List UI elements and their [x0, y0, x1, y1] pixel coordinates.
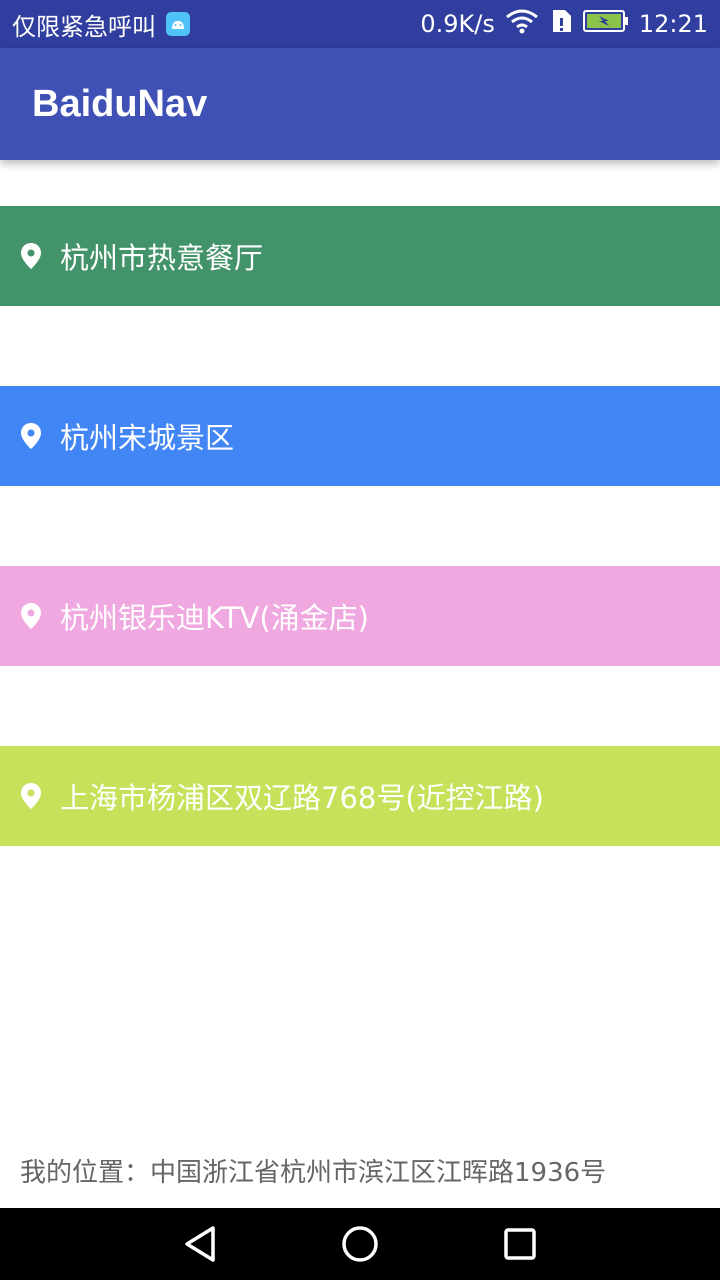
system-nav-bar	[0, 1208, 720, 1280]
place-label: 杭州市热意餐厅	[60, 241, 264, 275]
wifi-icon	[505, 8, 539, 40]
status-bar-right: 0.9K/s 12:21	[420, 8, 708, 40]
status-bar-left: 仅限紧急呼叫	[12, 7, 190, 42]
place-label: 杭州银乐迪KTV(涌金店)	[60, 601, 369, 635]
place-item-restaurant[interactable]: 杭州市热意餐厅	[0, 206, 720, 306]
battery-charging-icon	[582, 9, 629, 39]
location-pin-icon	[21, 243, 41, 269]
app-title: BaiduNav	[32, 82, 208, 125]
back-button[interactable]	[160, 1208, 240, 1280]
network-speed-text: 0.9K/s	[420, 10, 495, 38]
place-item-shanghai[interactable]: 上海市杨浦区双辽路768号(近控江路)	[0, 746, 720, 846]
my-location-text: 我的位置：中国浙江省杭州市滨江区江晖路1936号	[20, 1157, 607, 1188]
home-icon	[342, 1226, 378, 1262]
location-pin-icon	[21, 603, 41, 629]
recents-icon	[504, 1228, 536, 1260]
android-debug-icon	[166, 12, 190, 36]
app-bar: BaiduNav	[0, 48, 720, 160]
home-button[interactable]	[320, 1208, 400, 1280]
back-icon	[185, 1226, 215, 1262]
status-bar: 仅限紧急呼叫 0.9K/s 12:21	[0, 0, 720, 48]
place-label: 杭州宋城景区	[60, 421, 235, 455]
location-pin-icon	[21, 423, 41, 449]
recents-button[interactable]	[480, 1208, 560, 1280]
clock-text: 12:21	[638, 10, 708, 38]
emergency-calls-only-text: 仅限紧急呼叫	[12, 12, 156, 41]
sim-icon	[549, 8, 573, 40]
place-item-ktv[interactable]: 杭州银乐迪KTV(涌金店)	[0, 566, 720, 666]
place-item-songcheng[interactable]: 杭州宋城景区	[0, 386, 720, 486]
place-label: 上海市杨浦区双辽路768号(近控江路)	[60, 781, 544, 815]
location-pin-icon	[21, 783, 41, 809]
